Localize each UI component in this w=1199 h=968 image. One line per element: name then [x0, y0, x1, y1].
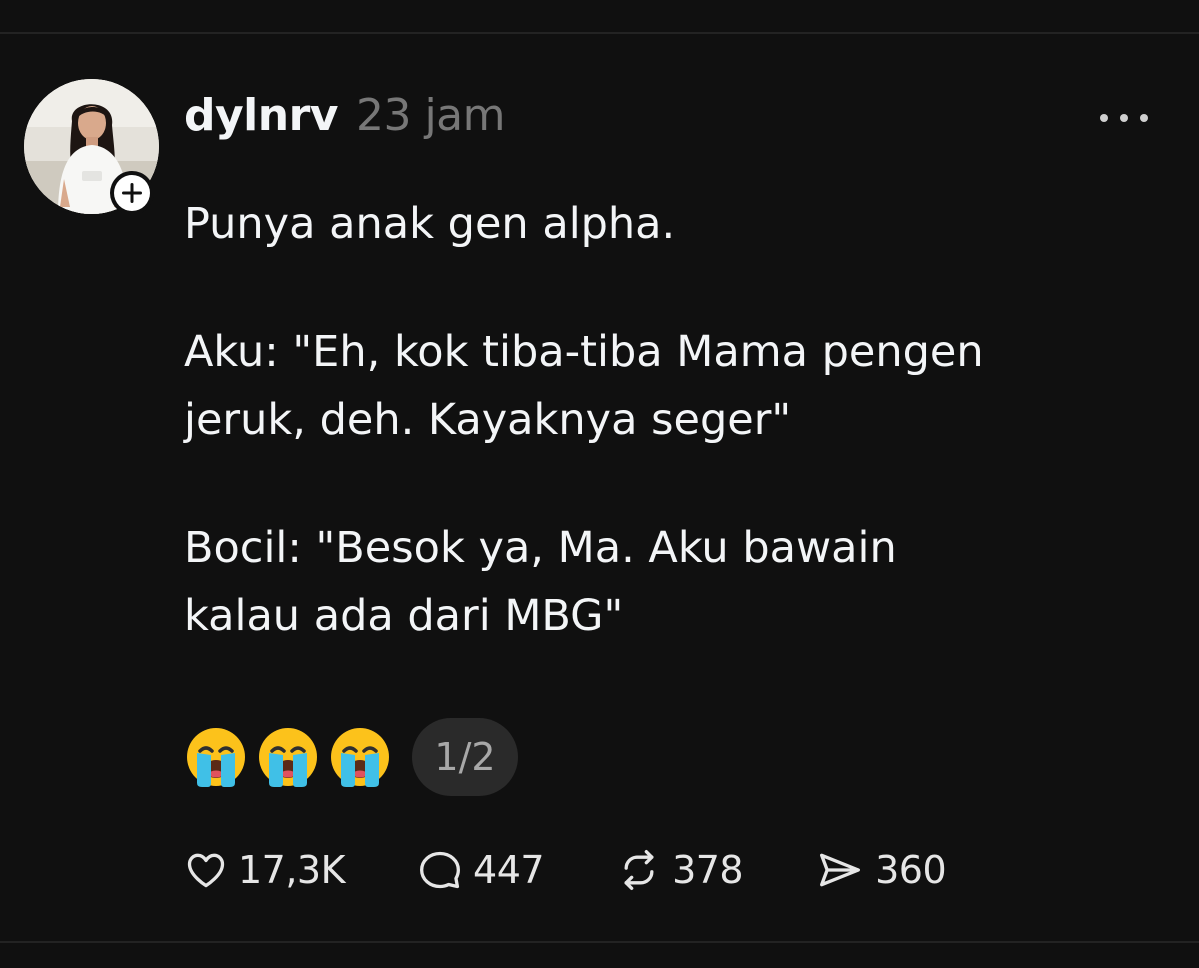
plus-icon: [114, 175, 150, 211]
like-count: 17,3K: [238, 848, 346, 892]
action-bar: 17,3K 447 378 360: [184, 840, 1018, 900]
more-dot: [1100, 114, 1108, 122]
speech-bubble-icon: [420, 851, 461, 889]
post-paragraph: Bocil: "Besok ya, Ma. Aku bawain kalau a…: [184, 523, 897, 641]
repost-icon: [624, 850, 654, 890]
bottom-divider: [0, 941, 1199, 943]
send-icon: [820, 853, 861, 887]
repost-button[interactable]: 378: [616, 848, 744, 892]
emoji-row: 1/2: [184, 717, 518, 797]
crying-face-icon: [187, 728, 245, 787]
crying-face-icon: [259, 728, 317, 787]
share-button[interactable]: 360: [815, 848, 947, 892]
comment-button[interactable]: 447: [417, 848, 545, 892]
timestamp[interactable]: 23 jam: [356, 90, 506, 141]
repost-count: 378: [672, 848, 744, 892]
more-horizontal-icon[interactable]: [1100, 106, 1148, 130]
more-dot: [1120, 114, 1128, 122]
post-paragraph: Aku: "Eh, kok tiba-tiba Mama pengen jeru…: [184, 327, 984, 445]
like-button[interactable]: 17,3K: [184, 848, 346, 892]
heart-icon: [187, 853, 225, 888]
post-paragraph: Punya anak gen alpha.: [184, 199, 676, 249]
username[interactable]: dylnrv: [184, 90, 338, 141]
share-count: 360: [875, 848, 947, 892]
post-header: dylnrv 23 jam: [184, 90, 506, 150]
thread-page-indicator[interactable]: 1/2: [412, 718, 518, 796]
post-body: Punya anak gen alpha. Aku: "Eh, kok tiba…: [184, 190, 1174, 650]
comment-count: 447: [473, 848, 545, 892]
thread-post: dylnrv 23 jam Punya anak gen alpha. Aku:…: [0, 34, 1199, 941]
crying-face-icon: [331, 728, 389, 787]
follow-button[interactable]: [110, 171, 154, 215]
more-dot: [1140, 114, 1148, 122]
